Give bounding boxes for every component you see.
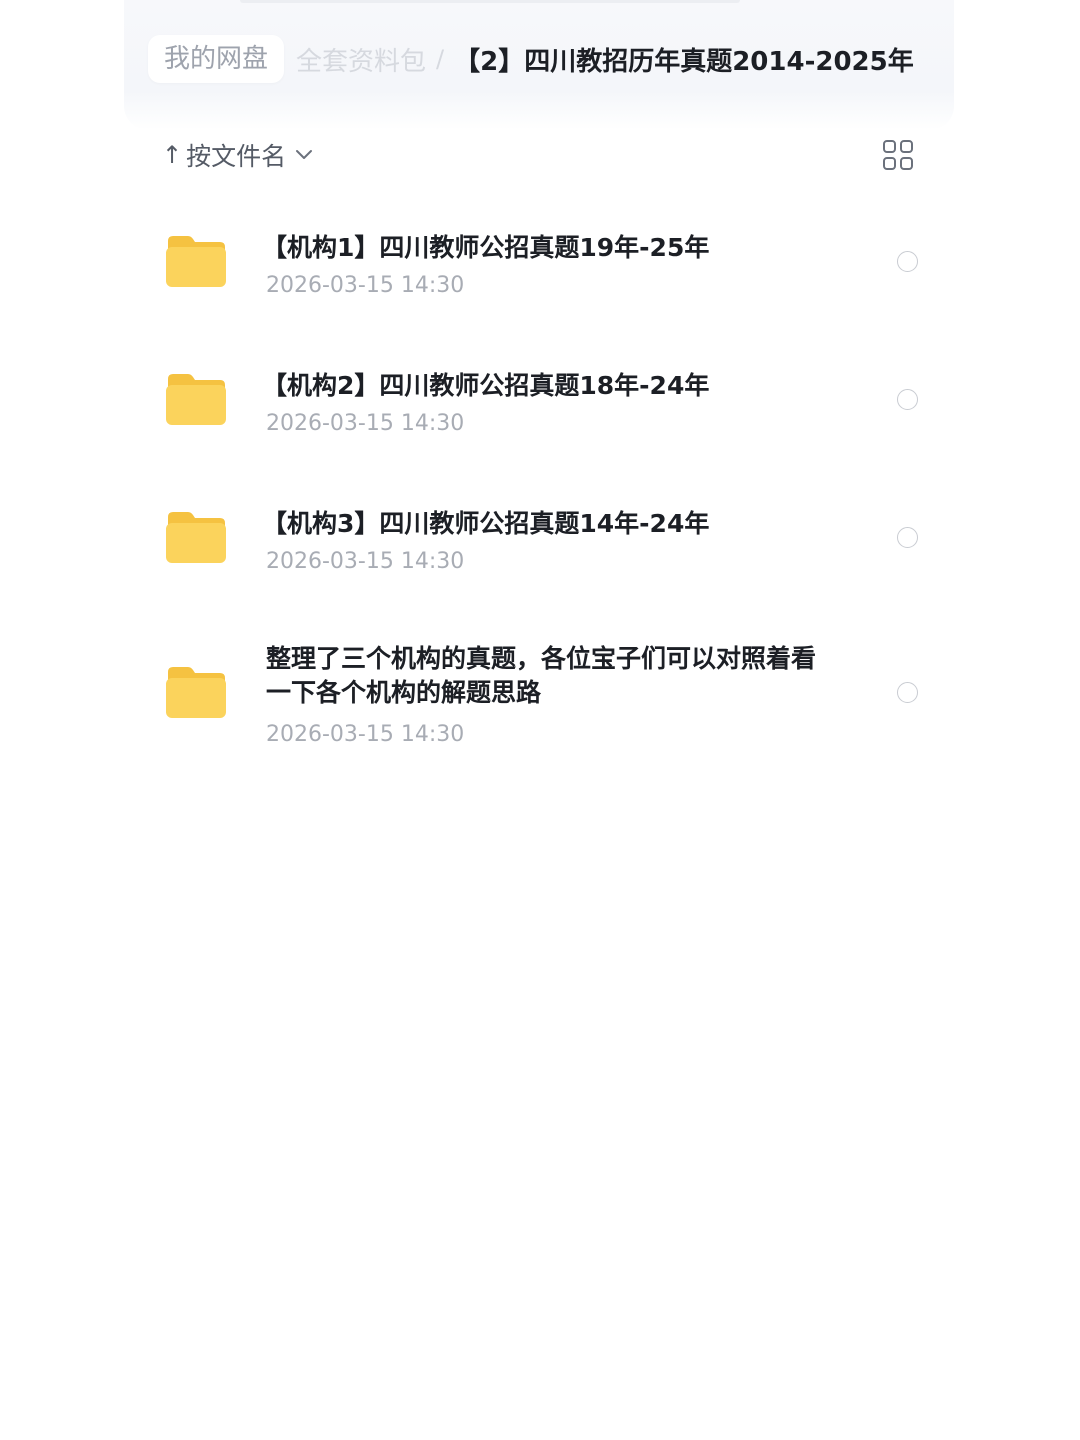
sort-label: 按文件名 — [186, 142, 287, 171]
radio-circle-icon[interactable] — [897, 682, 918, 703]
radio-circle-icon[interactable] — [897, 251, 918, 272]
file-date: 2026-03-15 14:30 — [266, 722, 465, 747]
sort-control[interactable]: ↑ 按文件名 — [162, 134, 314, 176]
radio-circle-icon[interactable] — [897, 389, 918, 410]
breadcrumb-current: 【2】四川教招历年真题2014-2025年 — [454, 46, 914, 77]
folder-icon — [164, 664, 228, 720]
breadcrumb-home[interactable]: 我的网盘 — [148, 35, 285, 83]
breadcrumb-separator: / — [436, 45, 445, 73]
file-name: 【机构2】四川教师公招真题18年-24年 — [262, 371, 710, 400]
top-handle — [240, 0, 740, 3]
file-name: 【机构3】四川教师公招真题14年-24年 — [262, 509, 710, 538]
folder-icon — [164, 371, 228, 427]
radio-circle-icon[interactable] — [897, 527, 918, 548]
breadcrumb-parent[interactable]: 全套资料包 — [296, 41, 426, 78]
folder-icon — [164, 509, 228, 565]
file-name: 整理了三个机构的真题，各位宝子们可以对照着看一下各个机构的解题思路 — [266, 644, 817, 707]
file-date: 2026-03-15 14:30 — [266, 273, 465, 298]
chevron-down-icon — [294, 148, 314, 162]
file-name: 【机构1】四川教师公招真题19年-25年 — [262, 233, 710, 262]
file-date: 2026-03-15 14:30 — [266, 549, 465, 574]
grid-view-icon[interactable] — [882, 139, 914, 171]
folder-icon — [164, 233, 228, 289]
file-date: 2026-03-15 14:30 — [266, 411, 465, 436]
breadcrumb: 我的网盘 全套资料包 / 【2】四川教招历年真题2014-2025年 — [148, 34, 948, 84]
arrow-up-icon: ↑ — [162, 141, 183, 169]
